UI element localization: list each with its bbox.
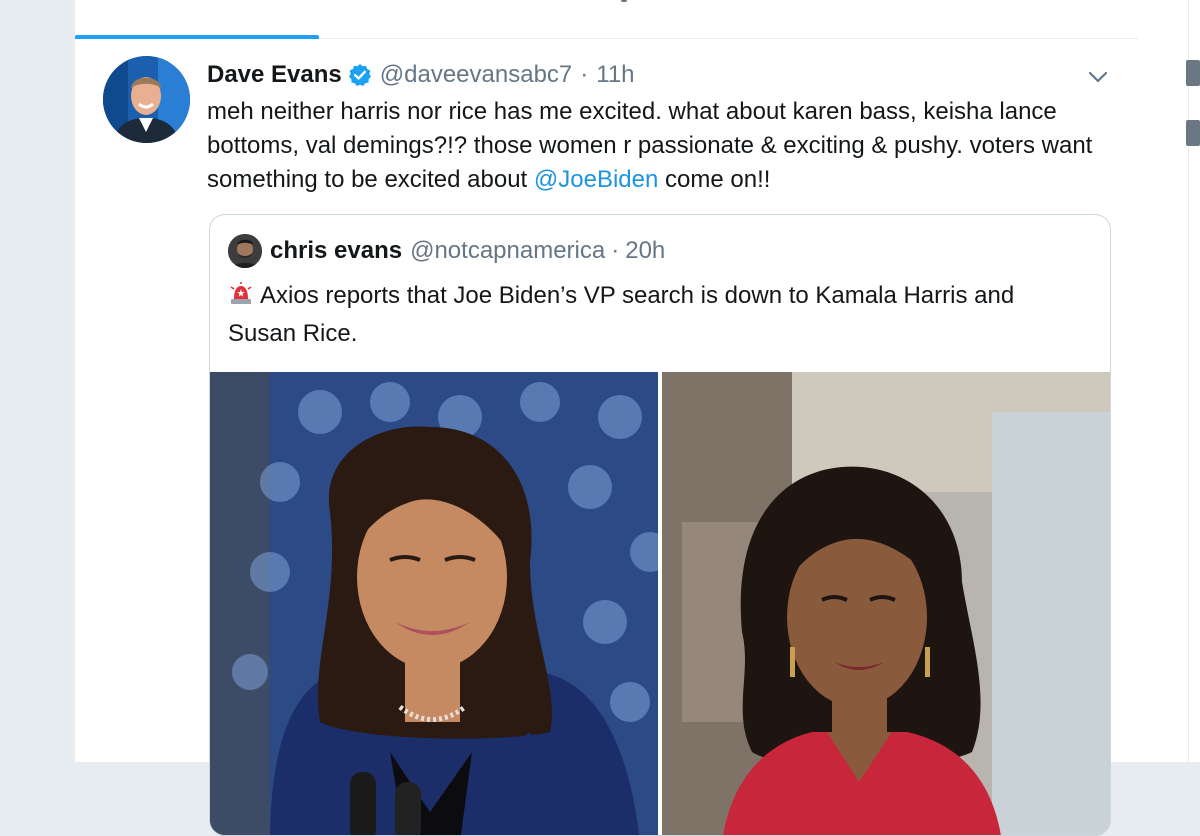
quoted-tweet-text: Axios reports that Joe Biden’s VP search… xyxy=(228,279,1088,351)
separator-dot: · xyxy=(580,61,589,88)
tweet-text: meh neither harris nor rice has me excit… xyxy=(207,95,1117,197)
quoted-tweet-body: Axios reports that Joe Biden’s VP search… xyxy=(228,282,1015,347)
separator-dot: · xyxy=(611,237,620,264)
quoted-author-avatar[interactable] xyxy=(228,234,262,268)
author-avatar[interactable] xyxy=(103,56,190,143)
mention-link[interactable]: @JoeBiden xyxy=(534,166,658,193)
photo-left[interactable] xyxy=(210,372,658,835)
tweet-menu-button[interactable] xyxy=(1085,64,1111,90)
quoted-author-handle[interactable]: @notcapnamerica xyxy=(410,237,605,265)
rotating-light-icon xyxy=(228,281,254,317)
timeline-tabs xyxy=(75,0,1138,39)
timeline-column: Dave Evans @daveevansabc7 · 11h meh neit… xyxy=(74,0,1139,836)
sidebar-divider xyxy=(1188,0,1189,762)
tab-label-fragment xyxy=(621,0,627,2)
tweet-text-tail: come on!! xyxy=(658,166,771,193)
author-name[interactable]: Dave Evans xyxy=(207,61,342,89)
quoted-tweet-media[interactable] xyxy=(210,372,1110,835)
tweet[interactable]: Dave Evans @daveevansabc7 · 11h meh neit… xyxy=(75,39,1138,836)
sidebar-fragment xyxy=(1186,60,1200,86)
sidebar-fragment xyxy=(1186,120,1200,146)
quoted-tweet-timestamp[interactable]: 20h xyxy=(625,237,665,265)
tweet-header: Dave Evans @daveevansabc7 · 11h xyxy=(207,59,635,91)
chevron-down-icon xyxy=(1088,71,1108,83)
tweet-timestamp[interactable]: 11h xyxy=(596,61,634,89)
quoted-tweet-header: chris evans @notcapnamerica · 20h xyxy=(228,233,665,269)
quoted-tweet[interactable]: chris evans @notcapnamerica · 20h Axios … xyxy=(209,214,1111,836)
author-handle[interactable]: @daveevansabc7 xyxy=(380,61,573,89)
photo-right[interactable] xyxy=(662,372,1110,835)
quoted-author-name[interactable]: chris evans xyxy=(270,237,402,265)
right-sidebar xyxy=(1138,0,1200,762)
verified-badge-icon xyxy=(348,63,372,87)
